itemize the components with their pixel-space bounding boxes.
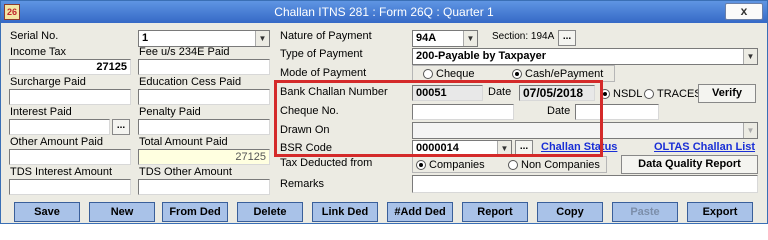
type-of-payment-label: Type of Payment bbox=[280, 48, 363, 60]
report-button[interactable]: Report bbox=[462, 202, 528, 222]
chevron-down-icon[interactable]: ▼ bbox=[463, 31, 477, 46]
window-title: Challan ITNS 281 : Form 26Q : Quarter 1 bbox=[274, 5, 494, 19]
serial-no-label: Serial No. bbox=[10, 30, 59, 42]
mode-cash-radio[interactable]: Cash/ePayment bbox=[512, 68, 603, 80]
tax-deducted-from-label: Tax Deducted from bbox=[280, 157, 373, 169]
radio-off-icon bbox=[508, 160, 518, 170]
nature-of-payment-value: 94A bbox=[416, 32, 437, 44]
tds-other-field[interactable] bbox=[138, 179, 270, 195]
chevron-down-icon[interactable]: ▼ bbox=[743, 123, 757, 138]
mode-of-payment-label: Mode of Payment bbox=[280, 67, 367, 79]
education-cess-label: Education Cess Paid bbox=[139, 76, 242, 88]
surcharge-field[interactable] bbox=[9, 89, 131, 105]
nature-of-payment-label: Nature of Payment bbox=[280, 30, 372, 42]
mode-cheque-radio[interactable]: Cheque bbox=[423, 68, 475, 80]
new-button[interactable]: New bbox=[89, 202, 155, 222]
type-of-payment-value: 200-Payable by Taxpayer bbox=[416, 50, 547, 62]
penalty-label: Penalty Paid bbox=[139, 106, 201, 118]
total-amount-label: Total Amount Paid bbox=[139, 136, 228, 148]
fee-234e-field[interactable] bbox=[138, 59, 270, 75]
companies-radio[interactable]: Companies bbox=[416, 159, 485, 171]
challan-window: 26 Challan ITNS 281 : Form 26Q : Quarter… bbox=[0, 0, 768, 224]
other-amount-field[interactable] bbox=[9, 149, 131, 165]
nsdl-radio[interactable]: NSDL bbox=[600, 88, 642, 100]
non-companies-label: Non Companies bbox=[521, 159, 600, 171]
tds-other-label: TDS Other Amount bbox=[139, 166, 232, 178]
nsdl-label: NSDL bbox=[613, 88, 643, 100]
section-lookup-button[interactable]: ... bbox=[558, 30, 576, 46]
penalty-field[interactable] bbox=[138, 119, 270, 135]
traces-radio[interactable]: TRACES bbox=[644, 88, 702, 100]
action-button-bar: Save New From Ded Delete Link Ded #Add D… bbox=[2, 200, 766, 223]
save-button[interactable]: Save bbox=[14, 202, 80, 222]
fee-234e-label: Fee u/s 234E Paid bbox=[139, 46, 230, 58]
section-label: Section: 194A bbox=[492, 31, 555, 42]
mode-cheque-label: Cheque bbox=[436, 68, 475, 80]
interest-lookup-button[interactable]: ... bbox=[112, 119, 130, 135]
close-button[interactable]: x bbox=[725, 3, 763, 20]
link-ded-button[interactable]: Link Ded bbox=[312, 202, 378, 222]
highlight-box bbox=[274, 80, 603, 157]
income-tax-label: Income Tax bbox=[10, 46, 67, 58]
add-ded-button[interactable]: #Add Ded bbox=[387, 202, 453, 222]
radio-off-icon bbox=[423, 69, 433, 79]
copy-button[interactable]: Copy bbox=[537, 202, 603, 222]
serial-no-value: 1 bbox=[142, 32, 149, 44]
tds-interest-label: TDS Interest Amount bbox=[10, 166, 113, 178]
type-of-payment-combo[interactable]: 200-Payable by Taxpayer ▼ bbox=[412, 48, 758, 65]
serial-no-combo[interactable]: 1 ▼ bbox=[138, 30, 270, 47]
data-quality-report-button[interactable]: Data Quality Report bbox=[621, 155, 758, 174]
paste-button[interactable]: Paste bbox=[612, 202, 678, 222]
income-tax-field[interactable]: 27125 bbox=[9, 59, 131, 75]
interest-paid-field[interactable] bbox=[9, 119, 110, 135]
interest-paid-label: Interest Paid bbox=[10, 106, 72, 118]
radio-off-icon bbox=[644, 89, 654, 99]
non-companies-radio[interactable]: Non Companies bbox=[508, 159, 600, 171]
title-bar: 26 Challan ITNS 281 : Form 26Q : Quarter… bbox=[1, 1, 767, 23]
oltas-challan-list-link[interactable]: OLTAS Challan List bbox=[654, 141, 755, 153]
surcharge-label: Surcharge Paid bbox=[10, 76, 86, 88]
chevron-down-icon[interactable]: ▼ bbox=[255, 31, 269, 46]
other-amount-label: Other Amount Paid bbox=[10, 136, 103, 148]
radio-on-icon bbox=[416, 160, 426, 170]
companies-label: Companies bbox=[429, 159, 485, 171]
remarks-field[interactable] bbox=[412, 175, 758, 193]
education-cess-field[interactable] bbox=[138, 89, 270, 105]
nature-of-payment-combo[interactable]: 94A ▼ bbox=[412, 30, 478, 47]
tds-interest-field[interactable] bbox=[9, 179, 131, 195]
from-ded-button[interactable]: From Ded bbox=[162, 202, 228, 222]
delete-button[interactable]: Delete bbox=[237, 202, 303, 222]
remarks-label: Remarks bbox=[280, 178, 325, 190]
chevron-down-icon[interactable]: ▼ bbox=[743, 49, 757, 64]
total-amount-field: 27125 bbox=[138, 149, 270, 165]
mode-cash-label: Cash/ePayment bbox=[525, 68, 604, 80]
export-button[interactable]: Export bbox=[687, 202, 753, 222]
radio-on-icon bbox=[512, 69, 522, 79]
verify-button[interactable]: Verify bbox=[698, 84, 756, 103]
traces-label: TRACES bbox=[657, 88, 702, 100]
